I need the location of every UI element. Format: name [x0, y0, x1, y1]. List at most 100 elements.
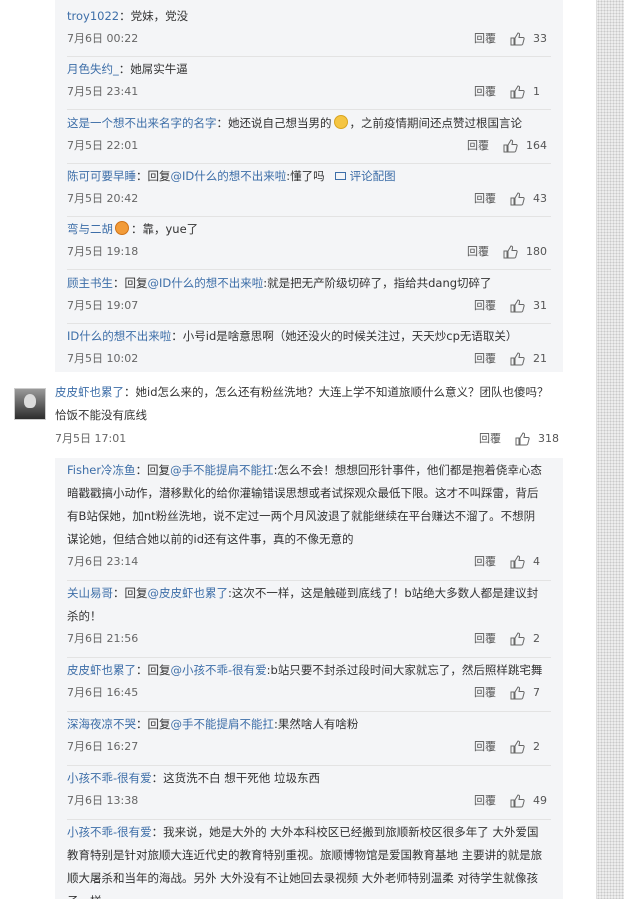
reply-line: 关山易哥：回复@皮皮虾也累了:这次不一样，这是触碰到底线了！b站绝大多数人都是建… [67, 582, 551, 605]
mention-link[interactable]: @皮皮虾也累了 [148, 586, 229, 600]
comment-meta: 7月5日 17:01 回覆 318 [55, 428, 563, 450]
image-link[interactable]: 评论配图 [334, 169, 396, 183]
comment-username[interactable]: 皮皮虾也累了 [55, 385, 124, 399]
reply-timestamp: 7月6日 16:27 [67, 740, 139, 753]
reply-line: 顺大屠杀和当年的海战。另外 大外没有不让她回去录视频 大外老师特别温柔 对待学生… [67, 867, 551, 890]
reply-meta: 7月5日 19:07 回覆 31 [67, 295, 551, 317]
reply-text: 杀的！ [67, 609, 102, 623]
thumbs-up-icon[interactable] [510, 298, 525, 313]
reply-button[interactable]: 回覆 [479, 428, 501, 450]
reply-username[interactable]: 皮皮虾也累了 [67, 663, 136, 677]
main-comment: 皮皮虾也累了：她id怎么来的，怎么还有粉丝洗地？大连上学不知道旅顺什么意义？团队… [0, 372, 596, 458]
reply-line: 小孩不乖-很有爱：这货洗不白 想干死他 垃圾东西 [67, 767, 551, 790]
reply-text: 子一样 [67, 894, 102, 899]
thumbs-up-icon[interactable] [510, 352, 525, 366]
thumbs-up-icon[interactable] [510, 85, 525, 99]
reply-item: 关山易哥：回复@皮皮虾也累了:这次不一样，这是触碰到底线了！b站绝大多数人都是建… [67, 581, 551, 658]
thumbs-up-icon[interactable] [510, 555, 525, 569]
thumbs-up-icon[interactable] [510, 32, 525, 46]
reply-username[interactable]: ID什么的想不出来啦 [67, 329, 171, 343]
reply-line: ID什么的想不出来啦：小号id是啥意思啊（她还没火的时候关注过，天天炒cp无语取… [67, 325, 551, 348]
reply-text: 有B站保她，加nt粉丝洗地，说不定过一两个月风波退了就能继续在平台赚达不溜了。不… [67, 509, 536, 523]
reply-item: 这是一个想不出来名字的名字：她还说自己想当男的 ，之前疫情期间还点赞过根国言论 7月… [67, 111, 551, 164]
reply-username[interactable]: 陈可可要早睡 [67, 169, 136, 183]
thumbs-up-icon[interactable] [510, 192, 525, 206]
reply-button[interactable]: 回覆 [474, 736, 496, 758]
reply-text: ，之前疫情期间还点赞过根国言论 [349, 115, 523, 130]
mention-link[interactable]: @ID什么的想不出来啦 [148, 276, 264, 290]
reply-meta: 7月6日 23:14 回覆 4 [67, 551, 551, 573]
scrollbar[interactable] [596, 0, 624, 899]
reply-username[interactable]: 月色失约_ [67, 62, 119, 76]
reply-timestamp: 7月5日 19:18 [67, 245, 139, 259]
reply-username[interactable]: 弯与二胡 [67, 222, 113, 236]
reply-username[interactable]: 关山易哥 [67, 586, 113, 600]
reply-meta: 7月5日 20:42 回覆 43 [67, 188, 551, 210]
thumbs-up-icon[interactable] [503, 139, 518, 153]
reply-meta: 7月6日 16:45 回覆 7 [67, 682, 551, 704]
reply-button[interactable]: 回覆 [474, 682, 496, 704]
like-count: 180 [526, 245, 547, 259]
reply-text: ：我来说，她是大外的 大外本科校区已经搬到旅顺新校区很多年了 大外爱国 [151, 825, 539, 839]
reply-item: troy1022：党妹，党没 7月6日 00:22 回覆 33 [67, 4, 551, 57]
reply-timestamp: 7月5日 22:01 [67, 138, 139, 152]
comment-text-line-2: 恰饭不能没有底线 [55, 408, 147, 422]
reply-timestamp: 7月5日 20:42 [67, 191, 139, 205]
reply-button[interactable]: 回覆 [474, 790, 496, 812]
reply-username[interactable]: Fisher冷冻鱼 [67, 463, 136, 477]
reply-text: ：她屌实牛逼 [118, 62, 188, 77]
reply-username[interactable]: 小孩不乖-很有爱 [67, 825, 152, 839]
reply-thread: troy1022：党妹，党没 7月6日 00:22 回覆 33 月色失约_：她屌实牛逼 7… [55, 0, 563, 372]
reply-button[interactable]: 回覆 [474, 551, 496, 573]
reply-username[interactable]: 顾主书生 [67, 276, 113, 290]
reply-line: 杀的！ [67, 605, 551, 628]
reply-meta: 7月5日 10:02 回覆 21 [67, 348, 551, 370]
thumbs-up-icon[interactable] [515, 432, 530, 446]
thumbs-up-icon[interactable] [510, 632, 525, 646]
reply-button[interactable]: 回覆 [474, 81, 496, 103]
like-count: 33 [533, 32, 547, 45]
reply-button[interactable]: 回覆 [474, 28, 496, 50]
reply-text: ：党妹，党没 [119, 9, 189, 23]
thumbs-up-icon[interactable] [510, 740, 525, 754]
reply-button[interactable]: 回覆 [467, 135, 489, 157]
mention-link[interactable]: @手不能提肩不能扛 [171, 717, 275, 731]
reply-username[interactable]: 这是一个想不出来名字的名字 [67, 116, 217, 130]
reply-line: 暗戳戳搞小动作，潜移默化的给你灌输错误思想或者试探观众最低下限。这才不叫踩雷，背… [67, 482, 551, 505]
reply-text: :这次不一样，这是触碰到底线了！b站绝大多数人都是建议封 [228, 586, 539, 600]
reply-timestamp: 7月6日 21:56 [67, 632, 139, 645]
mention-link[interactable]: @ID什么的想不出来啦 [171, 169, 287, 183]
reply-line: 子一样 [67, 890, 551, 899]
reply-line: 教育特别是针对旅顺大连近代史的教育特别重视。旅顺博物馆是爱国教育基地 主要讲的就… [67, 844, 551, 867]
reply-button[interactable]: 回覆 [474, 188, 496, 210]
reply-text: ：回复 [113, 275, 148, 290]
shy-emoji [333, 114, 348, 129]
thumbs-up-icon[interactable] [510, 794, 525, 808]
reply-line: 这是一个想不出来名字的名字：她还说自己想当男的 ，之前疫情期间还点赞过根国言论 [67, 112, 551, 135]
reply-line: 陈可可要早睡：回复@ID什么的想不出来啦:懂了吗 评论配图 [67, 165, 551, 188]
thumbs-up-icon[interactable] [503, 245, 518, 259]
thumbs-up-icon[interactable] [510, 686, 525, 700]
reply-line: 月色失约_：她屌实牛逼 [67, 58, 551, 81]
reply-timestamp: 7月6日 23:14 [67, 555, 139, 568]
reply-username[interactable]: troy1022 [67, 9, 119, 23]
image-icon [334, 171, 346, 180]
reply-text: ：回复 [136, 168, 171, 183]
mention-link[interactable]: @小孩不乖-很有爱 [171, 663, 267, 677]
reply-meta: 7月5日 19:18 回覆 180 [67, 241, 551, 263]
reply-text: :怎么不会！想想回形针事件，他们都是抱着侥幸心态 [273, 463, 542, 477]
reply-button[interactable]: 回覆 [467, 241, 489, 263]
reply-button[interactable]: 回覆 [474, 295, 496, 317]
reply-timestamp: 7月6日 16:45 [67, 686, 139, 699]
reply-button[interactable]: 回覆 [474, 628, 496, 650]
reply-item: 弯与二胡 ：靠，yue了 7月5日 19:18 回覆 180 [67, 217, 551, 271]
reply-line: Fisher冷冻鱼：回复@手不能提肩不能扛:怎么不会！想想回形针事件，他们都是抱… [67, 459, 551, 482]
reply-username[interactable]: 小孩不乖-很有爱 [67, 771, 152, 785]
reply-button[interactable]: 回覆 [474, 348, 496, 370]
avatar[interactable] [14, 388, 46, 420]
reply-actions: 回覆 180 [467, 241, 547, 263]
reply-username[interactable]: 深海夜凉不哭 [67, 717, 136, 731]
reply-line: 皮皮虾也累了：回复@小孩不乖-很有爱:b站只要不封杀过段时间大家就忘了，然后照样… [67, 659, 551, 682]
reply-text: 谋论她，但结合她以前的id还有这件事，真的不像无意的 [67, 532, 354, 546]
mention-link[interactable]: @手不能提肩不能扛 [170, 463, 274, 477]
